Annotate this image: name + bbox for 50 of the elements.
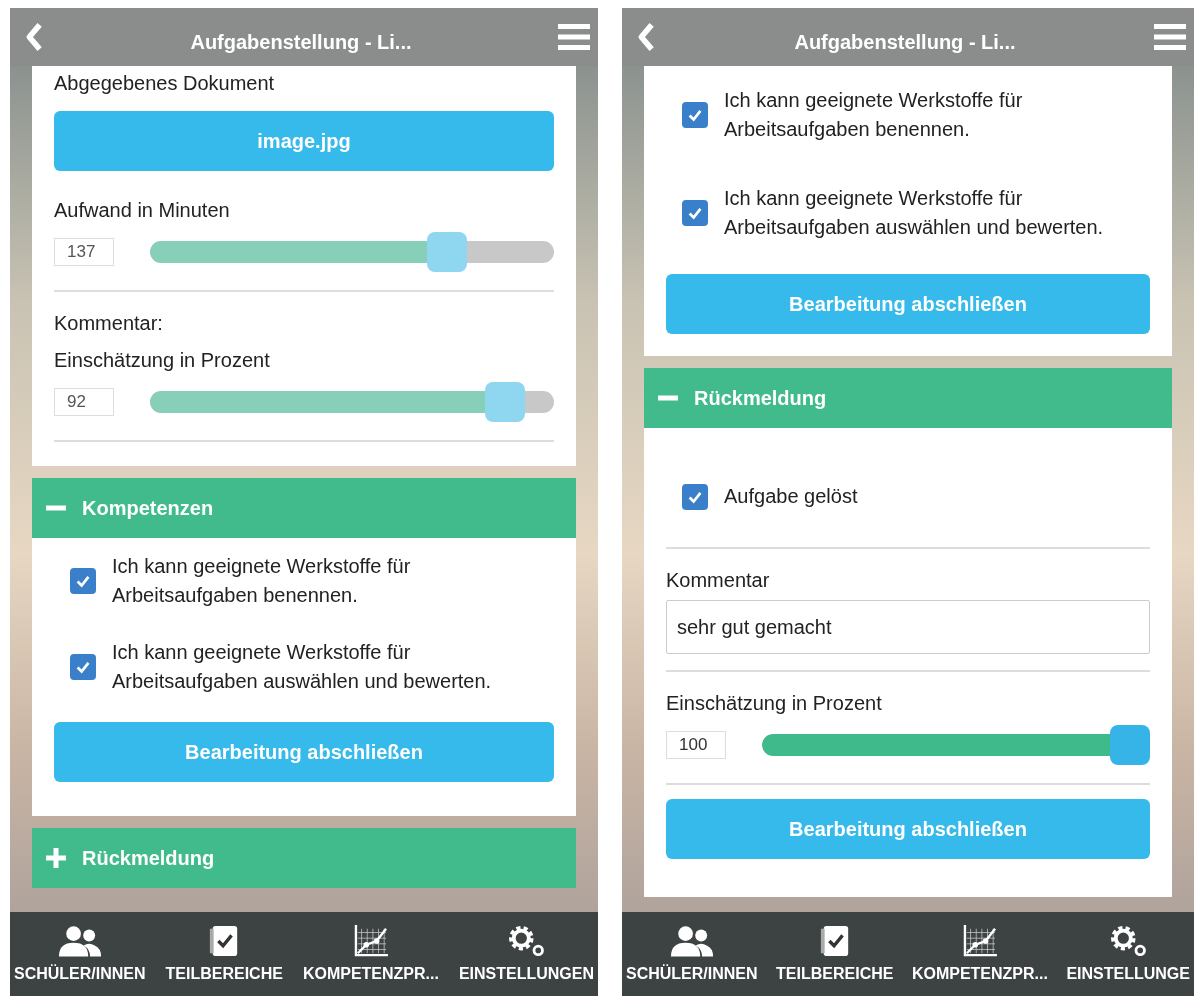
- slider-label: Einschätzung in Prozent: [54, 348, 271, 373]
- checkbox[interactable]: [682, 102, 708, 128]
- nav-label: EINSTELLUNGEN: [458, 965, 594, 983]
- nav-item[interactable]: SCHÜLER/INNEN: [626, 912, 758, 996]
- back-icon[interactable]: [636, 22, 656, 52]
- accordion-title: Rückmeldung: [694, 386, 827, 410]
- nav-item[interactable]: TEILBEREICHE: [165, 912, 283, 996]
- checkbox-label: Ich kann geeignete Werkstoffe für Arbeitsaufgaben benennen.: [112, 554, 412, 608]
- nav-item[interactable]: EINSTELLUNGEN: [458, 912, 594, 996]
- comment-field[interactable]: sehr gut gemacht: [666, 600, 1150, 654]
- slider-track[interactable]: [150, 382, 554, 422]
- back-icon[interactable]: [24, 22, 44, 52]
- checkbox[interactable]: [70, 654, 96, 680]
- people-icon: [57, 925, 102, 957]
- slider-label: Einschätzung in Prozent: [666, 691, 883, 716]
- nav-item[interactable]: EINSTELLUNGE: [1066, 912, 1190, 996]
- nav-label: TEILBEREICHE: [165, 965, 283, 983]
- nav-item[interactable]: KOMPETENZPR...: [302, 912, 439, 996]
- nav-label: SCHÜLER/INNEN: [626, 965, 758, 983]
- slider-label: Aufwand in Minuten: [54, 198, 231, 223]
- slider-track[interactable]: [150, 232, 554, 272]
- nav-item[interactable]: TEILBEREICHE: [776, 912, 894, 996]
- screen-title: Aufgabenstellung - Li...: [793, 29, 1017, 54]
- nav-label: EINSTELLUNGE: [1066, 965, 1190, 983]
- menu-icon[interactable]: [558, 24, 590, 50]
- checkbox-label: Ich kann geeignete Werkstoffe für Arbeitsaufgaben auswählen und bewerten.: [112, 640, 493, 694]
- checkbox[interactable]: [70, 568, 96, 594]
- nav-item[interactable]: KOMPETENZPR...: [911, 912, 1048, 996]
- checkbox-label: Ich kann geeignete Werkstoffe für Arbeitsaufgaben benennen.: [724, 88, 1024, 142]
- checkbox[interactable]: [682, 200, 708, 226]
- slider-track[interactable]: [762, 725, 1150, 765]
- checkbox-label: Ich kann geeignete Werkstoffe für Arbeitsaufgaben auswählen und bewerten.: [724, 186, 1105, 240]
- nav-label: KOMPETENZPR...: [302, 965, 439, 983]
- field-label: Abgegebenes Dokument: [54, 71, 276, 96]
- accordion-title: Kompetenzen: [82, 496, 214, 520]
- nav-label: SCHÜLER/INNEN: [14, 965, 146, 983]
- field-label: Kommentar: [666, 568, 771, 593]
- checkbox-label: Aufgabe gelöst: [724, 484, 858, 509]
- slider-thumb[interactable]: [1110, 725, 1150, 765]
- field-label: Kommentar:: [54, 311, 164, 336]
- nav-label: KOMPETENZPR...: [911, 965, 1048, 983]
- nav-label: TEILBEREICHE: [776, 965, 894, 983]
- menu-icon[interactable]: [1154, 24, 1186, 50]
- people-icon: [669, 925, 714, 957]
- nav-item[interactable]: SCHÜLER/INNEN: [14, 912, 146, 996]
- accordion-title: Rückmeldung: [82, 846, 215, 870]
- checkbox[interactable]: [682, 483, 708, 510]
- plus-icon: [46, 848, 66, 868]
- screen-title: Aufgabenstellung - Li...: [189, 29, 413, 54]
- value-field[interactable]: 100: [666, 731, 726, 759]
